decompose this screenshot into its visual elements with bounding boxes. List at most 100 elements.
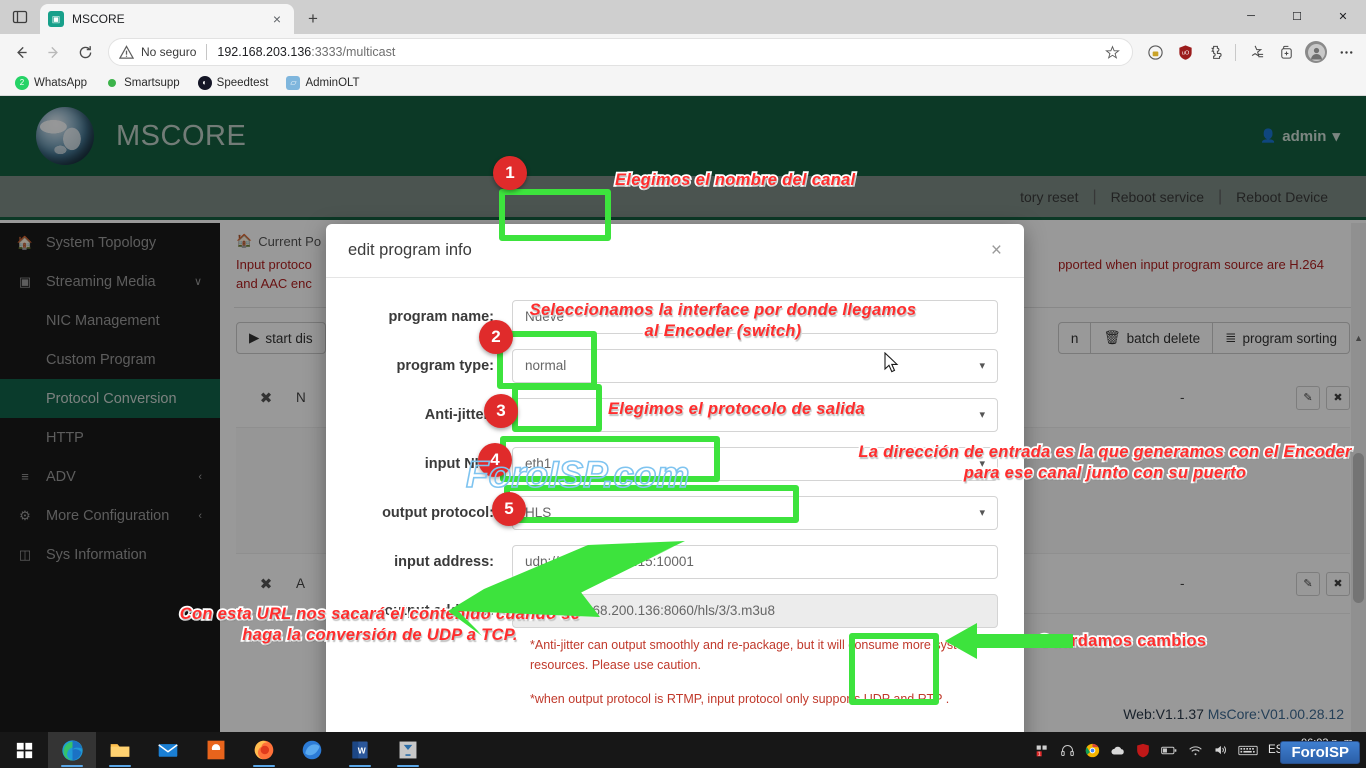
field-label: program name: xyxy=(388,308,494,325)
collections-icon[interactable] xyxy=(1141,38,1169,66)
not-secure-warning-icon xyxy=(119,44,134,59)
svg-text:W: W xyxy=(358,745,366,755)
windows-taskbar: W 1 ESP xyxy=(0,732,1366,768)
firefox-icon[interactable] xyxy=(240,732,288,768)
web-page: MSCORE 👤 admin ▾ tory reset | Reboot ser… xyxy=(0,96,1366,732)
chevron-down-icon: ▾ xyxy=(979,507,985,519)
tab-strip: ▣ MSCORE × + ─ ☐ ✕ xyxy=(0,0,1366,34)
volume-icon[interactable] xyxy=(1213,743,1228,757)
field-input-nic: input NIC: eth1 ▾ xyxy=(352,439,998,488)
field-label: output protocol: xyxy=(382,504,494,521)
bookmark-whatsapp[interactable]: 2 WhatsApp xyxy=(8,74,94,92)
modal-title: edit program info xyxy=(348,241,472,259)
forward-arrow-icon[interactable] xyxy=(38,37,68,67)
field-label: program type: xyxy=(396,357,495,374)
bookmark-speedtest[interactable]: ◐ Speedtest xyxy=(191,74,276,92)
headset-icon[interactable] xyxy=(1060,743,1075,758)
mscore-favicon: ▣ xyxy=(48,11,64,27)
edit-program-modal: edit program info × program name: Nueve … xyxy=(326,224,1024,732)
mail-icon[interactable] xyxy=(144,732,192,768)
reload-icon[interactable] xyxy=(70,37,100,67)
browser-tab[interactable]: ▣ MSCORE × xyxy=(40,4,294,34)
avatar xyxy=(1305,41,1327,63)
onedrive-icon[interactable] xyxy=(1110,744,1126,757)
output-address-value: http://192.168.200.136:8060/hls/3/3.m3u8 xyxy=(525,603,775,618)
input-address-value: udp://224.120.120.15:10001 xyxy=(525,554,694,569)
tab-search-button[interactable] xyxy=(0,0,40,34)
bookmark-adminolt[interactable]: ▱ AdminOLT xyxy=(279,74,366,92)
modal-body: program name: Nueve program type: normal… xyxy=(326,278,1024,728)
close-icon[interactable]: × xyxy=(991,241,1002,260)
input-nic-select[interactable]: eth1 ▾ xyxy=(512,446,998,481)
url-host: 192.168.203.136 xyxy=(217,45,312,59)
output-protocol-select[interactable]: HLS ▾ xyxy=(512,495,998,530)
add-tab-collection-icon[interactable] xyxy=(1272,38,1300,66)
output-address-input[interactable]: http://192.168.200.136:8060/hls/3/3.m3u8 xyxy=(512,593,998,628)
smartsupp-icon xyxy=(108,78,117,87)
url-path: :3333/multicast xyxy=(311,45,396,59)
window-close-button[interactable]: ✕ xyxy=(1320,0,1366,32)
bookmark-label: Smartsupp xyxy=(124,76,180,89)
keyboard-icon[interactable] xyxy=(1238,744,1258,757)
ublock-origin-icon[interactable]: uO xyxy=(1171,38,1199,66)
input-address-input[interactable]: udp://224.120.120.15:10001 xyxy=(512,544,998,579)
windows-start-icon[interactable] xyxy=(0,732,48,768)
extensions-puzzle-icon[interactable] xyxy=(1201,38,1229,66)
field-label: input address: xyxy=(394,553,494,570)
new-tab-button[interactable]: + xyxy=(298,4,328,34)
rtmp-hint: *when output protocol is RTMP, input pro… xyxy=(530,692,950,706)
mcafee-icon[interactable] xyxy=(1136,743,1150,758)
close-icon[interactable]: × xyxy=(268,10,286,28)
field-output-address: output address: http://192.168.200.136:8… xyxy=(352,586,998,635)
favorites-list-icon[interactable] xyxy=(1242,38,1270,66)
file-explorer-icon[interactable] xyxy=(96,732,144,768)
program-name-value: Nueve xyxy=(525,309,565,324)
maximize-button[interactable]: ☐ xyxy=(1274,0,1320,32)
field-label: input NIC: xyxy=(424,455,494,472)
security-label: No seguro xyxy=(141,45,197,59)
adminolt-icon: ▱ xyxy=(286,75,301,90)
modal-header: edit program info × xyxy=(326,224,1024,278)
taskbar-apps: W xyxy=(0,732,432,768)
program-name-input[interactable]: Nueve xyxy=(512,299,998,334)
word-icon[interactable]: W xyxy=(336,732,384,768)
teamviewer-icon[interactable] xyxy=(288,732,336,768)
speedtest-icon: ◐ xyxy=(197,75,212,90)
field-label: Anti-jitter: xyxy=(424,406,494,423)
window-controls: ─ ☐ ✕ xyxy=(1228,0,1366,34)
program-type-select[interactable]: normal ▾ xyxy=(512,348,998,383)
toolbar-divider xyxy=(1235,43,1236,61)
input-nic-value: eth1 xyxy=(525,456,552,471)
browser-window: ▣ MSCORE × + ─ ☐ ✕ No seguro 192.168.203… xyxy=(0,0,1366,768)
edge-icon[interactable] xyxy=(48,732,96,768)
field-program-type: program type: normal ▾ xyxy=(352,341,998,390)
wifi-icon[interactable] xyxy=(1188,744,1203,757)
navigation-bar: No seguro 192.168.203.136:3333/multicast… xyxy=(0,34,1366,70)
field-label: output address: xyxy=(384,602,494,619)
chevron-down-icon: ▾ xyxy=(979,360,985,372)
battery-icon[interactable] xyxy=(1160,744,1178,757)
output-protocol-value: HLS xyxy=(525,505,552,520)
field-program-name: program name: Nueve xyxy=(352,292,998,341)
back-arrow-icon[interactable] xyxy=(6,37,36,67)
bookmark-star-icon[interactable] xyxy=(1102,42,1122,62)
ubuntu-icon[interactable] xyxy=(192,732,240,768)
bookmark-smartsupp[interactable]: Smartsupp xyxy=(98,75,187,91)
anti-jitter-hint: *Anti-jitter can output smoothly and re-… xyxy=(530,638,974,672)
field-output-protocol: output protocol: HLS ▾ xyxy=(352,488,998,537)
svg-text:uO: uO xyxy=(1181,50,1189,56)
notification-icon[interactable]: 1 xyxy=(1035,743,1050,758)
anti-jitter-select[interactable]: ▾ xyxy=(512,397,998,432)
foroisp-overlay-tag: ForoISP xyxy=(1280,741,1360,764)
field-input-address: input address: udp://224.120.120.15:1000… xyxy=(352,537,998,586)
chrome-icon[interactable] xyxy=(1085,743,1100,758)
winbox-icon[interactable] xyxy=(384,732,432,768)
profile-avatar-icon[interactable] xyxy=(1302,38,1330,66)
omnibox-divider xyxy=(206,44,208,60)
browser-menu-icon[interactable] xyxy=(1332,38,1360,66)
address-bar[interactable]: No seguro 192.168.203.136:3333/multicast xyxy=(108,38,1133,66)
whatsapp-icon: 2 xyxy=(15,75,29,90)
url-text: 192.168.203.136:3333/multicast xyxy=(217,45,395,59)
bookmark-label: AdminOLT xyxy=(305,76,360,89)
minimize-button[interactable]: ─ xyxy=(1228,0,1274,32)
